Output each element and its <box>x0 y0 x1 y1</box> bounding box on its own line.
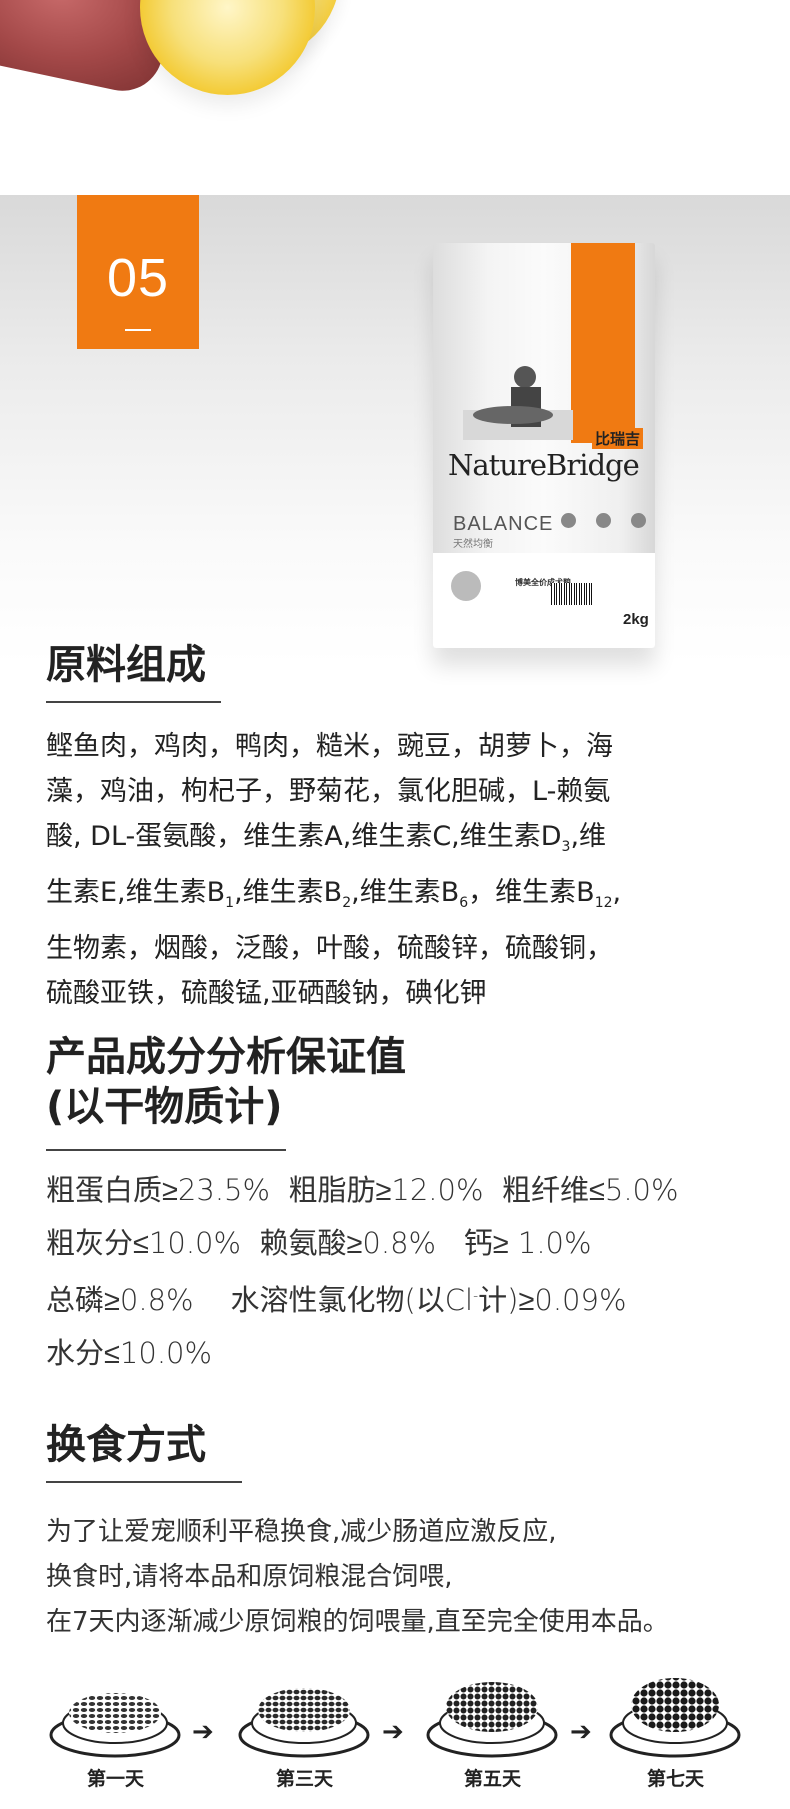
ingredients-line: 生物素，烟酸，泛酸，叶酸，硫酸锌，硫酸铜， <box>46 933 613 964</box>
step-label: 第三天 <box>275 1768 333 1790</box>
guarantee-item: 粗灰分≤10.0% <box>46 1226 242 1260</box>
guarantee-row: 总磷≥0.8% 水溶性氯化物(以Cl-计)≥0.09% <box>46 1283 627 1317</box>
fisherman-illustration <box>463 366 573 440</box>
lemon-slice-image <box>140 0 315 95</box>
ingredients-line: 藻，鸡油，枸杞子，野菊花，氯化胆碱，L-赖氨 <box>46 776 611 807</box>
bag-line-name: BALANCE <box>453 513 554 535</box>
step-bowl: 第五天 <box>425 1665 560 1791</box>
guarantee-item: 总磷≥0.8% <box>46 1283 194 1317</box>
badge-divider <box>125 329 151 331</box>
guarantee-item: 粗脂肪≥12.0% <box>288 1173 484 1207</box>
section-number-badge: 05 <box>77 195 199 349</box>
section-number: 05 <box>106 248 170 308</box>
ingredients-line: 硫酸亚铁，硫酸锰,亚硒酸钠，碘化钾 <box>46 978 487 1009</box>
ingredients-text: 鲣鱼肉，鸡肉，鸭肉，糙米，豌豆，胡萝卜，海 藻，鸡油，枸杞子，野菊花，氯化胆碱，… <box>46 724 786 1016</box>
feature-icon <box>561 513 576 528</box>
guarantee-item: 赖氨酸≥0.8% <box>259 1226 437 1260</box>
step-bowl: 第七天 <box>608 1665 743 1791</box>
guarantee-row: 水分≤10.0% <box>46 1327 786 1380</box>
feature-icon <box>631 513 646 528</box>
barcode-icon <box>551 583 593 605</box>
guarantee-item: 粗纤维≤5.0% <box>501 1173 679 1207</box>
bag-brand-cn: 比瑞吉 <box>591 428 643 449</box>
switching-text: 为了让爱宠顺利平稳换食,减少肠道应激反应, 换食时,请将本品和原饲粮混合饲喂, … <box>46 1510 786 1645</box>
switching-steps: 第一天 ➔ 第三天 ➔ 第五天 ➔ 第七天 <box>40 1665 780 1805</box>
ingredients-line: 生素E,维生素B1,维生素B2,维生素B6，维生素B12, <box>46 877 622 911</box>
food-bowl-icon <box>426 1682 558 1758</box>
grain-free-seal-icon <box>451 571 481 601</box>
ingredients-heading: 原料组成 <box>46 642 206 688</box>
ingredients-line: 酸, DL-蛋氨酸，维生素A,维生素C,维生素D3,维 <box>46 821 607 855</box>
guarantee-item: 水溶性氯化物(以Cl <box>230 1283 474 1317</box>
heading-underline <box>46 701 221 703</box>
step-label: 第五天 <box>463 1768 521 1790</box>
guarantee-values: 粗蛋白质≥23.5% 粗脂肪≥12.0% 粗纤维≤5.0% 粗灰分≤10.0% … <box>46 1164 786 1380</box>
bag-line-name-cn: 天然均衡 <box>453 539 493 550</box>
switching-heading: 换食方式 <box>46 1422 206 1468</box>
arrow-right-icon: ➔ <box>570 1717 592 1747</box>
guarantee-row: 粗蛋白质≥23.5% 粗脂肪≥12.0% 粗纤维≤5.0% <box>46 1164 786 1217</box>
bag-label-panel: 博美全价成犬粮 2kg <box>433 553 655 648</box>
heading-underline <box>46 1481 242 1483</box>
hero-photo <box>0 0 790 195</box>
guarantee-item: 水分≤10.0% <box>46 1336 213 1370</box>
step-label: 第一天 <box>86 1768 144 1790</box>
bag-weight: 2kg <box>623 611 649 628</box>
bag-feature-icons <box>561 513 646 528</box>
guarantee-item: 粗蛋白质≥23.5% <box>46 1173 271 1207</box>
switching-line: 在7天内逐渐减少原饲粮的饲喂量,直至完全使用本品。 <box>46 1607 669 1637</box>
food-bowl-icon <box>49 1693 181 1758</box>
product-bag-image: 比瑞吉 NatureBridge BALANCE 天然均衡 博美全价成犬粮 2k… <box>433 243 655 648</box>
guarantee-item: 钙≥ 1.0% <box>463 1226 592 1260</box>
switching-line: 换食时,请将本品和原饲粮混合饲喂, <box>46 1562 453 1592</box>
heading-underline <box>46 1149 286 1151</box>
guarantee-heading: 产品成分分析保证值 (以干物质计) <box>46 1034 406 1130</box>
arrow-right-icon: ➔ <box>192 1717 214 1747</box>
step-label: 第七天 <box>646 1768 704 1790</box>
product-section: 05 比瑞吉 NatureBridge BALANCE 天然均衡 博美全价成犬粮… <box>0 195 790 665</box>
food-bowl-icon <box>238 1688 370 1758</box>
step-bowl: 第三天 <box>237 1665 372 1791</box>
feature-icon <box>596 513 611 528</box>
food-bowl-icon <box>609 1678 741 1758</box>
step-bowl: 第一天 <box>48 1665 183 1791</box>
guarantee-row: 粗灰分≤10.0% 赖氨酸≥0.8% 钙≥ 1.0% <box>46 1217 786 1270</box>
ingredients-line: 鲣鱼肉，鸡肉，鸭肉，糙米，豌豆，胡萝卜，海 <box>46 731 613 762</box>
bag-orange-stripe <box>571 243 635 443</box>
bag-brand-logo: NatureBridge <box>448 448 640 482</box>
switching-line: 为了让爱宠顺利平稳换食,减少肠道应激反应, <box>46 1517 557 1547</box>
arrow-right-icon: ➔ <box>382 1717 404 1747</box>
